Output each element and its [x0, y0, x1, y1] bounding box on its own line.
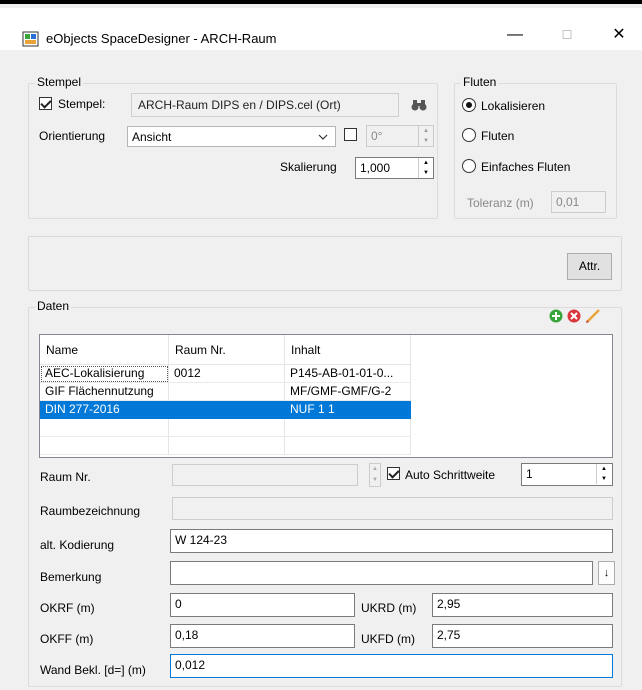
stempel-group-title: Stempel: [35, 75, 84, 89]
toleranz-label: Toleranz (m): [467, 196, 534, 210]
orientierung-label: Orientierung: [39, 129, 106, 143]
skalierung-spinner[interactable]: ▲ ▼: [418, 158, 433, 178]
column-header-raum-nr[interactable]: Raum Nr.: [169, 335, 285, 365]
binoculars-icon[interactable]: [411, 99, 427, 111]
raum-nr-field: [172, 464, 358, 486]
okff-field[interactable]: 0,18: [170, 624, 355, 648]
raum-nr-label: Raum Nr.: [40, 470, 91, 484]
table-cell: MF/GMF-GMF/G-2: [285, 383, 411, 401]
table-empty-cell: [169, 419, 285, 437]
table-empty-cell: [285, 437, 411, 455]
angle-value: 0°: [371, 129, 383, 143]
minimize-button[interactable]: —: [500, 24, 530, 46]
window-title: eObjects SpaceDesigner - ARCH-Raum: [46, 31, 277, 46]
alt-kodierung-field[interactable]: W 124-23: [170, 529, 613, 553]
app-icon: [22, 31, 39, 47]
ukfd-field[interactable]: 2,75: [432, 624, 613, 648]
close-button[interactable]: ✕: [604, 24, 634, 46]
table-cell: AEC-Lokalisierung: [40, 365, 169, 383]
column-header-name[interactable]: Name: [40, 335, 169, 365]
daten-table[interactable]: Name Raum Nr. Inhalt AEC-Lokalisierung 0…: [39, 334, 613, 458]
ukrd-label: UKRD (m): [361, 601, 417, 615]
okrf-field[interactable]: 0: [170, 593, 355, 617]
table-empty-cell: [285, 419, 411, 437]
auto-schrittweite-checkbox[interactable]: [387, 467, 400, 480]
table-cell: [169, 383, 285, 401]
app-window: eObjects SpaceDesigner - ARCH-Raum — ☐ ✕…: [0, 0, 642, 690]
attr-panel: [28, 236, 622, 291]
wand-bekl-label: Wand Bekl. [d=] (m): [40, 663, 146, 677]
fluten-group-title: Fluten: [461, 75, 499, 89]
angle-spinner: ▲ ▼: [418, 126, 433, 146]
raumbezeichnung-label: Raumbezeichnung: [40, 504, 141, 518]
raumbezeichnung-field: [172, 497, 613, 520]
auto-schrittweite-value: 1: [526, 467, 533, 481]
chevron-down-icon: [318, 134, 328, 140]
radio-fluten[interactable]: [462, 128, 476, 142]
auto-schrittweite-spinner[interactable]: ▲ ▼: [596, 464, 611, 484]
delete-icon[interactable]: [567, 309, 581, 323]
radio-fluten-label: Fluten: [481, 129, 515, 143]
skalierung-label: Skalierung: [280, 160, 337, 174]
bemerkung-field[interactable]: [170, 561, 593, 585]
okff-label: OKFF (m): [40, 632, 94, 646]
table-cell: DIN 277-2016: [40, 401, 169, 419]
table-cell: 0012: [169, 365, 285, 383]
column-header-inhalt[interactable]: Inhalt: [285, 335, 411, 365]
raum-nr-stepper: ▲ ▼: [369, 463, 381, 487]
stempel-cell-field: ARCH-Raum DIPS en / DIPS.cel (Ort): [131, 93, 399, 117]
okrf-label: OKRF (m): [40, 601, 95, 615]
table-cell: [169, 401, 285, 419]
attr-button[interactable]: Attr.: [567, 253, 612, 280]
alt-kodierung-label: alt. Kodierung: [40, 538, 115, 552]
toleranz-field: 0,01: [551, 191, 606, 213]
radio-lokalisieren[interactable]: [462, 98, 476, 112]
bemerkung-label: Bemerkung: [40, 570, 102, 584]
radio-einfaches-fluten-label: Einfaches Fluten: [481, 160, 571, 174]
orientierung-value: Ansicht: [132, 130, 172, 144]
radio-lokalisieren-label: Lokalisieren: [481, 99, 546, 113]
table-empty-cell: [169, 437, 285, 455]
angle-checkbox[interactable]: [344, 128, 357, 141]
bemerkung-down-button[interactable]: ↓: [598, 561, 615, 585]
ukrd-field[interactable]: 2,95: [432, 593, 613, 617]
maximize-button[interactable]: ☐: [552, 24, 582, 46]
edit-pencil-icon[interactable]: [585, 308, 601, 324]
stempel-checkbox-label: Stempel:: [58, 97, 106, 111]
table-empty-cell: [40, 419, 169, 437]
auto-schrittweite-label: Auto Schrittweite: [405, 468, 496, 482]
table-cell: P145-AB-01-01-0...: [285, 365, 411, 383]
orientierung-dropdown[interactable]: Ansicht: [127, 126, 336, 147]
radio-einfaches-fluten[interactable]: [462, 159, 476, 173]
stempel-checkbox[interactable]: [39, 97, 52, 110]
table-cell: GIF Flächennutzung: [40, 383, 169, 401]
ukfd-label: UKFD (m): [361, 632, 415, 646]
table-cell: NUF 1 1: [285, 401, 411, 419]
table-empty-cell: [40, 437, 169, 455]
daten-group-title: Daten: [35, 299, 72, 313]
wand-bekl-field[interactable]: 0,012: [170, 654, 613, 678]
skalierung-value: 1,000: [360, 161, 391, 175]
add-icon[interactable]: [549, 309, 563, 323]
